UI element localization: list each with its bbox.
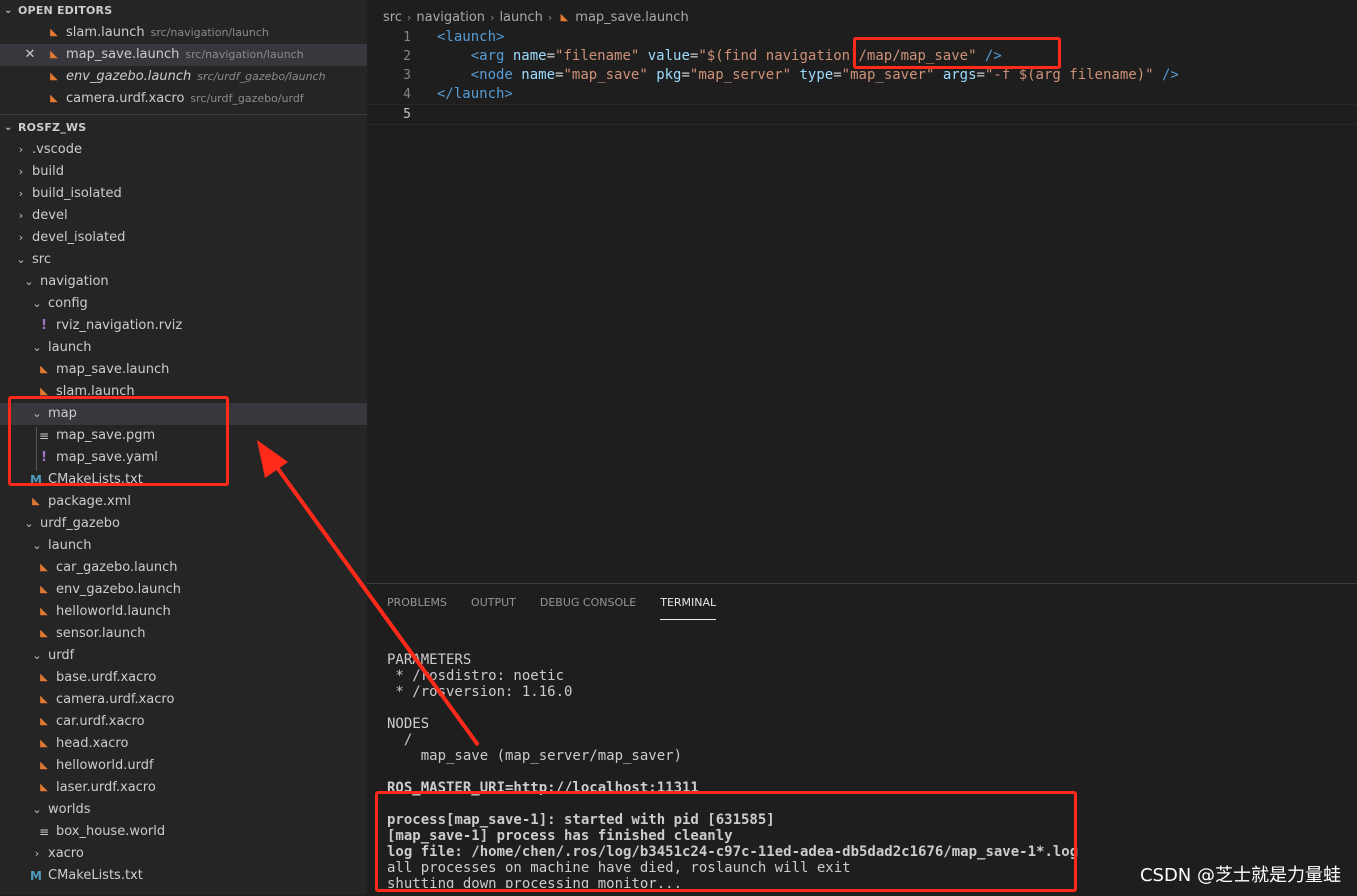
- annotation-arrow: [257, 440, 480, 747]
- arrow-line: [266, 453, 480, 747]
- watermark: CSDN @芝士就是力量蛙: [1139, 865, 1341, 886]
- arrow-head: [257, 440, 288, 478]
